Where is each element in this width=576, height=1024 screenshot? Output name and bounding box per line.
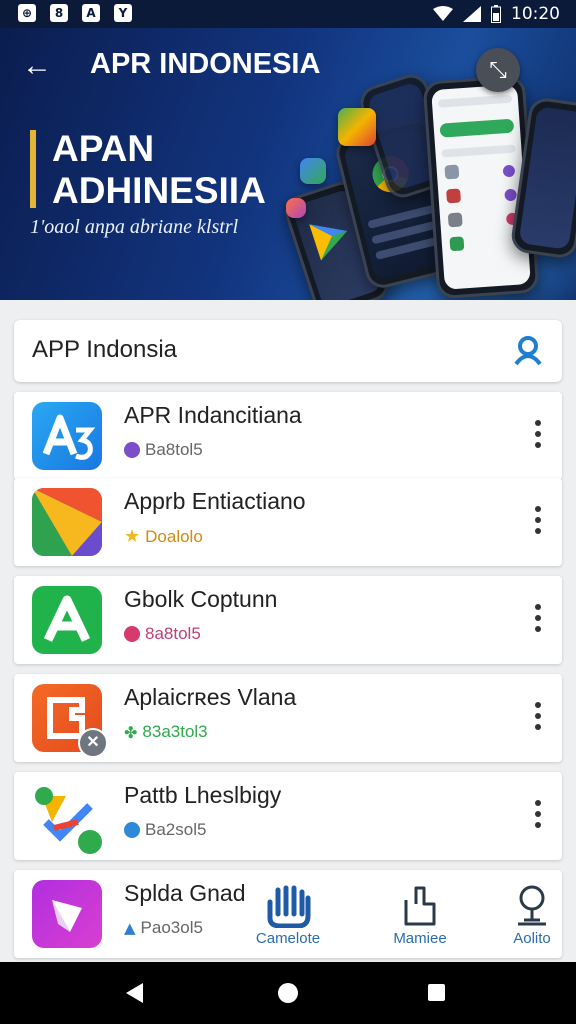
nav-camelote[interactable]: Camelote (240, 884, 336, 956)
system-navigation-bar (0, 962, 576, 1024)
app-list-item[interactable]: Pattb Lheslbigy Ba2sol5 (14, 772, 562, 860)
app-sub-text: Ba8tol5 (145, 440, 203, 459)
star-icon: ★ (124, 526, 141, 547)
more-options-button[interactable] (534, 702, 542, 734)
status-bar: ⊕ 8 A Y 10:20 (0, 0, 576, 28)
system-home-button[interactable] (278, 983, 298, 1003)
status-right-icons: 10:20 (433, 4, 560, 24)
signal-icon (463, 6, 481, 22)
notification-icon-3: A (82, 4, 100, 22)
nav-label: Camelote (255, 930, 321, 947)
app-name: Gbolk Coptunn (124, 586, 278, 612)
hand-icon (267, 885, 311, 928)
app-list-item[interactable]: Gbolk Coptunn 8a8tol5 (14, 576, 562, 664)
nav-aolito[interactable]: Aolito (484, 884, 576, 956)
app-name: Apprb Entiactiano (124, 488, 306, 514)
status-left-icons: ⊕ 8 A Y (18, 4, 132, 22)
search-text: APP Indonsia (32, 336, 177, 363)
app-name: Aplaicrʀes Vlana (124, 684, 297, 710)
hero-title: APAN ADHINESIIA (52, 128, 266, 211)
app-triangle-icon (32, 488, 102, 556)
collapse-button[interactable]: ⤡ (476, 48, 520, 92)
status-time: 10:20 (511, 4, 560, 24)
system-back-button[interactable] (126, 983, 143, 1003)
app-list-item[interactable]: Apprb Entiactiano ★ Doalolo (14, 478, 562, 566)
purple-badge-icon (124, 442, 140, 458)
app-a-green-icon (32, 586, 102, 654)
app-sub-text: 83a3tol3 (142, 722, 208, 741)
page-title: APR INDONESIA (90, 48, 321, 80)
app-name: Splda Gnad (124, 880, 246, 906)
blue-badge-icon (124, 822, 140, 838)
app-list-item[interactable]: APR Indancitiana Ba8tol5 (14, 392, 562, 480)
app-sub-text: 8a8tol5 (145, 624, 201, 643)
more-options-button[interactable] (534, 420, 542, 452)
app-subtitle: ✤ 83a3tol3 (124, 722, 208, 742)
notification-icon-2: 8 (50, 4, 68, 22)
app-subtitle: 8a8tol5 (124, 624, 201, 644)
battery-icon (491, 5, 501, 23)
app-name: APR Indancitiana (124, 402, 302, 428)
header-banner: ← APR INDONESIA APAN ADHINESIIA 1'oaol a… (0, 28, 576, 300)
profile-search-icon[interactable] (512, 334, 544, 366)
pink-badge-icon (124, 626, 140, 642)
nav-mamiee[interactable]: Mamiee (372, 884, 468, 956)
hero-subtitle: 1'oaol anpa abriane klstrl (30, 216, 239, 238)
hero-accent-bar (30, 130, 36, 208)
app-subtitle: ★ Doalolo (124, 526, 203, 547)
app-cube-icon-1 (338, 108, 376, 146)
app-cube-icon-3 (286, 198, 306, 218)
clover-icon: ✤ (124, 722, 138, 742)
more-options-button[interactable] (534, 506, 542, 538)
notification-icon-4: Y (114, 4, 132, 22)
app-sub-text: Doalolo (145, 526, 203, 546)
app-cube-icon-2 (300, 158, 326, 184)
app-sub-text: Pao3ol5 (140, 918, 203, 937)
search-card[interactable]: APP Indonsia (14, 320, 562, 382)
app-gem-icon (32, 880, 102, 948)
app-subtitle: Ba2sol5 (124, 820, 206, 840)
app-sub-text: Ba2sol5 (145, 820, 207, 839)
app-check-icon (32, 782, 104, 856)
nav-label: Aolito (513, 930, 551, 947)
bag-icon (404, 886, 436, 926)
back-button[interactable]: ← (22, 50, 56, 84)
more-options-button[interactable] (534, 800, 542, 832)
app-puzzle-icon: ✕ (32, 684, 108, 758)
pin-icon (518, 885, 546, 926)
badge-icon (76, 828, 104, 856)
system-recents-button[interactable] (428, 984, 445, 1001)
app-name: Pattb Lheslbigy (124, 782, 282, 808)
notification-icon-1: ⊕ (18, 4, 36, 22)
app-subtitle: ▲ Pao3ol5 (124, 918, 203, 938)
app-list-item[interactable]: ✕ Aplaicrʀes Vlana ✤ 83a3tol3 (14, 674, 562, 762)
app-a-blue-icon (32, 402, 102, 470)
nav-label: Mamiee (393, 930, 447, 947)
wifi-icon (433, 6, 453, 21)
app-subtitle: Ba8tol5 (124, 440, 203, 460)
remove-badge-icon: ✕ (78, 728, 108, 758)
more-options-button[interactable] (534, 604, 542, 636)
triangle-badge-icon: ▲ (124, 919, 136, 937)
